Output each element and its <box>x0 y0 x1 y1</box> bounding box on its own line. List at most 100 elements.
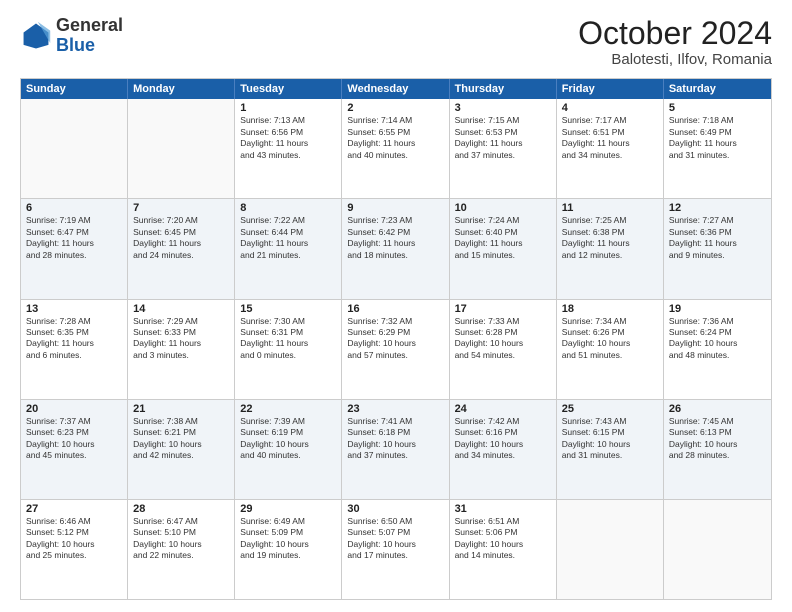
calendar-cell-2-0: 13Sunrise: 7:28 AMSunset: 6:35 PMDayligh… <box>21 300 128 399</box>
logo-blue-text: Blue <box>56 35 95 55</box>
cell-line: Sunset: 6:24 PM <box>669 327 766 338</box>
calendar-cell-4-3: 30Sunrise: 6:50 AMSunset: 5:07 PMDayligh… <box>342 500 449 599</box>
cell-line: Daylight: 11 hours <box>26 238 122 249</box>
cell-line: Daylight: 11 hours <box>347 138 443 149</box>
cell-line: Sunset: 6:21 PM <box>133 427 229 438</box>
calendar-cell-0-1 <box>128 99 235 198</box>
cell-line: and 9 minutes. <box>669 250 766 261</box>
day-number: 2 <box>347 102 443 114</box>
calendar-cell-1-1: 7Sunrise: 7:20 AMSunset: 6:45 PMDaylight… <box>128 199 235 298</box>
cell-line: Sunrise: 7:30 AM <box>240 316 336 327</box>
calendar-body: 1Sunrise: 7:13 AMSunset: 6:56 PMDaylight… <box>21 99 771 599</box>
day-number: 26 <box>669 403 766 415</box>
cell-line: Sunset: 6:35 PM <box>26 327 122 338</box>
cell-line: Daylight: 10 hours <box>455 539 551 550</box>
calendar-cell-3-0: 20Sunrise: 7:37 AMSunset: 6:23 PMDayligh… <box>21 400 128 499</box>
calendar-cell-2-6: 19Sunrise: 7:36 AMSunset: 6:24 PMDayligh… <box>664 300 771 399</box>
day-number: 5 <box>669 102 766 114</box>
cell-line: Daylight: 11 hours <box>133 238 229 249</box>
cell-line: Daylight: 11 hours <box>26 338 122 349</box>
cell-line: and 31 minutes. <box>562 450 658 461</box>
cell-line: Sunset: 5:09 PM <box>240 527 336 538</box>
day-number: 3 <box>455 102 551 114</box>
cell-line: and 21 minutes. <box>240 250 336 261</box>
cell-line: Sunrise: 7:25 AM <box>562 215 658 226</box>
day-number: 23 <box>347 403 443 415</box>
calendar-cell-0-4: 3Sunrise: 7:15 AMSunset: 6:53 PMDaylight… <box>450 99 557 198</box>
calendar-cell-4-0: 27Sunrise: 6:46 AMSunset: 5:12 PMDayligh… <box>21 500 128 599</box>
cell-line: Sunset: 6:36 PM <box>669 227 766 238</box>
calendar-row-3: 20Sunrise: 7:37 AMSunset: 6:23 PMDayligh… <box>21 400 771 500</box>
cell-line: and 42 minutes. <box>133 450 229 461</box>
cell-line: Daylight: 11 hours <box>562 138 658 149</box>
cell-line: Daylight: 11 hours <box>133 338 229 349</box>
calendar-subtitle: Balotesti, Ilfov, Romania <box>578 51 772 68</box>
cell-line: Sunrise: 7:37 AM <box>26 416 122 427</box>
cell-line: and 51 minutes. <box>562 350 658 361</box>
cell-line: Sunrise: 7:13 AM <box>240 115 336 126</box>
cell-line: Sunrise: 7:23 AM <box>347 215 443 226</box>
day-number: 24 <box>455 403 551 415</box>
page-header: General Blue October 2024 Balotesti, Ilf… <box>20 16 772 68</box>
header-day-thursday: Thursday <box>450 79 557 99</box>
cell-line: and 37 minutes. <box>347 450 443 461</box>
day-number: 10 <box>455 202 551 214</box>
cell-line: Sunrise: 7:41 AM <box>347 416 443 427</box>
cell-line: Sunset: 6:51 PM <box>562 127 658 138</box>
cell-line: Sunrise: 7:42 AM <box>455 416 551 427</box>
cell-line: Sunset: 6:16 PM <box>455 427 551 438</box>
cell-line: Sunrise: 7:20 AM <box>133 215 229 226</box>
day-number: 1 <box>240 102 336 114</box>
cell-line: and 40 minutes. <box>347 150 443 161</box>
cell-line: Sunset: 6:13 PM <box>669 427 766 438</box>
cell-line: Sunrise: 7:28 AM <box>26 316 122 327</box>
cell-line: and 14 minutes. <box>455 550 551 561</box>
cell-line: Sunrise: 7:19 AM <box>26 215 122 226</box>
title-block: October 2024 Balotesti, Ilfov, Romania <box>578 16 772 68</box>
cell-line: and 15 minutes. <box>455 250 551 261</box>
day-number: 14 <box>133 303 229 315</box>
calendar-cell-2-2: 15Sunrise: 7:30 AMSunset: 6:31 PMDayligh… <box>235 300 342 399</box>
cell-line: and 22 minutes. <box>133 550 229 561</box>
cell-line: and 57 minutes. <box>347 350 443 361</box>
cell-line: Sunset: 6:28 PM <box>455 327 551 338</box>
cell-line: Sunset: 6:23 PM <box>26 427 122 438</box>
calendar-cell-2-1: 14Sunrise: 7:29 AMSunset: 6:33 PMDayligh… <box>128 300 235 399</box>
header-day-wednesday: Wednesday <box>342 79 449 99</box>
day-number: 6 <box>26 202 122 214</box>
calendar-cell-1-3: 9Sunrise: 7:23 AMSunset: 6:42 PMDaylight… <box>342 199 449 298</box>
cell-line: Daylight: 10 hours <box>240 439 336 450</box>
cell-line: and 6 minutes. <box>26 350 122 361</box>
header-day-saturday: Saturday <box>664 79 771 99</box>
cell-line: Daylight: 10 hours <box>669 439 766 450</box>
cell-line: and 40 minutes. <box>240 450 336 461</box>
calendar-cell-2-5: 18Sunrise: 7:34 AMSunset: 6:26 PMDayligh… <box>557 300 664 399</box>
cell-line: Sunset: 6:26 PM <box>562 327 658 338</box>
cell-line: Sunrise: 6:50 AM <box>347 516 443 527</box>
cell-line: Sunset: 5:06 PM <box>455 527 551 538</box>
calendar-cell-1-6: 12Sunrise: 7:27 AMSunset: 6:36 PMDayligh… <box>664 199 771 298</box>
header-day-tuesday: Tuesday <box>235 79 342 99</box>
logo: General Blue <box>20 16 123 56</box>
day-number: 9 <box>347 202 443 214</box>
calendar-cell-0-6: 5Sunrise: 7:18 AMSunset: 6:49 PMDaylight… <box>664 99 771 198</box>
calendar-cell-0-3: 2Sunrise: 7:14 AMSunset: 6:55 PMDaylight… <box>342 99 449 198</box>
calendar-row-0: 1Sunrise: 7:13 AMSunset: 6:56 PMDaylight… <box>21 99 771 199</box>
cell-line: Sunrise: 7:36 AM <box>669 316 766 327</box>
header-day-monday: Monday <box>128 79 235 99</box>
cell-line: Sunset: 5:10 PM <box>133 527 229 538</box>
cell-line: Daylight: 11 hours <box>240 338 336 349</box>
calendar-cell-2-4: 17Sunrise: 7:33 AMSunset: 6:28 PMDayligh… <box>450 300 557 399</box>
calendar-cell-4-1: 28Sunrise: 6:47 AMSunset: 5:10 PMDayligh… <box>128 500 235 599</box>
cell-line: Daylight: 10 hours <box>562 338 658 349</box>
cell-line: and 34 minutes. <box>562 150 658 161</box>
day-number: 31 <box>455 503 551 515</box>
cell-line: Sunset: 6:55 PM <box>347 127 443 138</box>
cell-line: Daylight: 11 hours <box>669 238 766 249</box>
cell-line: Sunrise: 6:51 AM <box>455 516 551 527</box>
logo-general-text: General <box>56 15 123 35</box>
cell-line: Daylight: 10 hours <box>26 439 122 450</box>
cell-line: Daylight: 10 hours <box>133 539 229 550</box>
cell-line: Sunset: 6:44 PM <box>240 227 336 238</box>
cell-line: Sunset: 6:45 PM <box>133 227 229 238</box>
